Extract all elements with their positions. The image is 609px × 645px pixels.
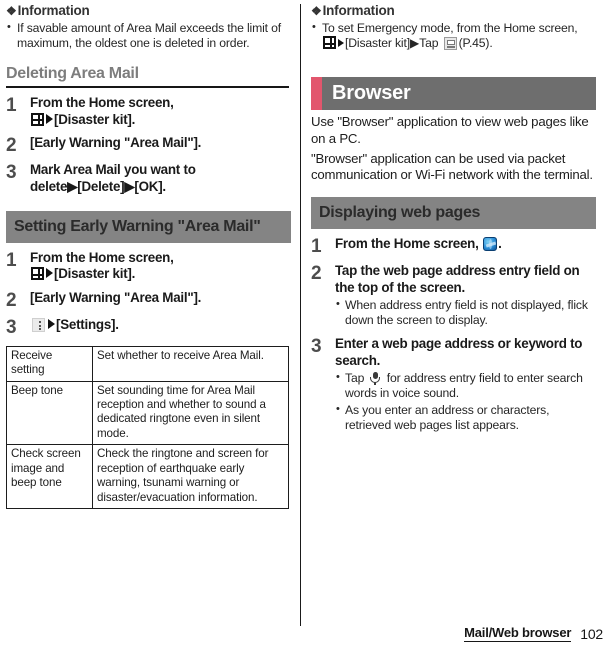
microphone-icon — [369, 371, 381, 386]
step-text-after: [Disaster kit]. — [54, 266, 136, 282]
step-text-before: From the Home screen, — [30, 95, 174, 111]
step-text-after: [Disaster kit]. — [54, 111, 136, 127]
step-text: Tap the web page address entry field on … — [335, 263, 580, 295]
arrow-right-icon — [338, 39, 344, 48]
heading-displaying-web-pages: Displaying web pages — [311, 197, 596, 230]
diamond-icon: ❖ — [311, 4, 322, 18]
step-text: [Early Warning "Area Mail"]. — [30, 135, 202, 151]
chapter-accent-bar — [311, 77, 322, 111]
footer-page-number: 102 — [580, 626, 603, 642]
list-item: As you enter an address or characters, r… — [335, 402, 596, 433]
emergency-mode-app-icon — [443, 37, 457, 51]
step-text-after: . — [498, 236, 502, 252]
step-number: 1 — [6, 250, 17, 272]
information-heading-left: ❖ Information — [6, 3, 291, 19]
step-2-subnotes: When address entry field is not displaye… — [335, 297, 596, 328]
step-1-deleting: 1 From the Home screen, [Disaster kit]. — [6, 95, 291, 128]
step-number: 2 — [6, 289, 17, 311]
app-grid-icon — [31, 267, 44, 281]
table-row: Beep tone Set sounding time for Area Mai… — [6, 380, 289, 446]
manual-page: ❖Information If savable amount of Area M… — [0, 0, 609, 645]
table-row: Receive setting Set whether to receive A… — [6, 345, 289, 382]
step-number: 2 — [311, 263, 322, 285]
left-column: ❖Information If savable amount of Area M… — [6, 0, 291, 509]
information-heading-label: Information — [17, 3, 90, 18]
overflow-menu-icon — [32, 317, 45, 332]
step-1-setting: 1 From the Home screen, [Disaster kit]. — [6, 250, 291, 283]
app-grid-icon — [31, 112, 44, 126]
table-cell-value: Set sounding time for Area Mail receptio… — [92, 380, 289, 446]
heading-deleting-area-mail: Deleting Area Mail — [6, 65, 139, 83]
step-3-deleting: 3 Mark Area Mail you want to delete▶[Del… — [6, 162, 291, 195]
list-item: If savable amount of Area Mail exceeds t… — [6, 20, 291, 51]
step-3-subnotes: Tap for address entry field to enter sea… — [335, 370, 596, 433]
step-number: 3 — [6, 162, 17, 184]
step-number: 1 — [311, 236, 322, 258]
list-item: To set Emergency mode, from the Home scr… — [311, 20, 596, 51]
note-text-after: (P.45). — [458, 36, 493, 51]
step-3-displaying: 3 Enter a web page address or keyword to… — [311, 336, 596, 434]
settings-table: Receive setting Set whether to receive A… — [6, 345, 289, 509]
chapter-header-browser: Browser — [311, 77, 596, 111]
app-grid-icon — [323, 36, 336, 50]
step-3-setting: 3 [Settings]. — [6, 317, 291, 337]
information-notes-left: If savable amount of Area Mail exceeds t… — [6, 20, 291, 51]
step-number: 3 — [6, 316, 17, 338]
column-divider — [300, 4, 301, 626]
list-item: When address entry field is not displaye… — [335, 297, 596, 328]
table-row: Check screen image and beep tone Check t… — [6, 444, 289, 509]
step-2-setting: 2 [Early Warning "Area Mail"]. — [6, 290, 291, 310]
step-text-before: From the Home screen, — [335, 236, 479, 252]
step-number: 1 — [6, 95, 17, 117]
step-text: [Early Warning "Area Mail"]. — [30, 289, 202, 305]
footer-section-label: Mail/Web browser — [464, 625, 572, 642]
step-text: Mark Area Mail you want to delete▶[Delet… — [30, 162, 196, 194]
page-footer: Mail/Web browser 102 — [464, 625, 603, 642]
step-text: Enter a web page address or keyword to s… — [335, 336, 583, 368]
subnote-text-before: Tap — [345, 371, 365, 386]
heading-rule — [6, 86, 289, 89]
table-cell-value: Check the ringtone and screen for recept… — [92, 444, 289, 509]
browser-globe-icon — [483, 237, 498, 252]
note-text-before: To set Emergency mode, from the Home scr… — [322, 21, 578, 35]
arrow-right-icon — [46, 268, 53, 279]
table-cell-value: Set whether to receive Area Mail. — [92, 345, 289, 382]
intro-paragraph-1: Use "Browser" application to view web pa… — [311, 114, 589, 146]
step-text-after: [Settings]. — [56, 316, 119, 332]
information-heading-right: ❖ Information — [311, 3, 596, 19]
intro-paragraph-2: "Browser" application can be used via pa… — [311, 150, 593, 183]
diamond-icon: ❖ — [6, 4, 17, 18]
step-number: 3 — [311, 336, 322, 358]
heading-setting-early-warning: Setting Early Warning "Area Mail" — [6, 211, 291, 244]
table-cell-key: Check screen image and beep tone — [6, 444, 93, 509]
information-heading-label: Information — [322, 3, 395, 18]
chapter-title: Browser — [322, 77, 596, 111]
step-2-deleting: 2 [Early Warning "Area Mail"]. — [6, 135, 291, 155]
table-cell-key: Receive setting — [6, 345, 93, 382]
arrow-right-icon — [48, 318, 55, 329]
right-column: ❖Information To set Emergency mode, from… — [311, 0, 596, 434]
information-notes-right: To set Emergency mode, from the Home scr… — [311, 20, 596, 51]
arrow-right-icon — [46, 113, 53, 124]
table-cell-key: Beep tone — [6, 380, 93, 446]
step-number: 2 — [6, 135, 17, 157]
step-text-before: From the Home screen, — [30, 250, 174, 266]
list-item: Tap for address entry field to enter sea… — [335, 370, 596, 401]
step-2-displaying: 2 Tap the web page address entry field o… — [311, 263, 596, 329]
note-text-middle: [Disaster kit]▶Tap — [345, 36, 439, 51]
step-1-displaying: 1 From the Home screen, . — [311, 236, 596, 256]
